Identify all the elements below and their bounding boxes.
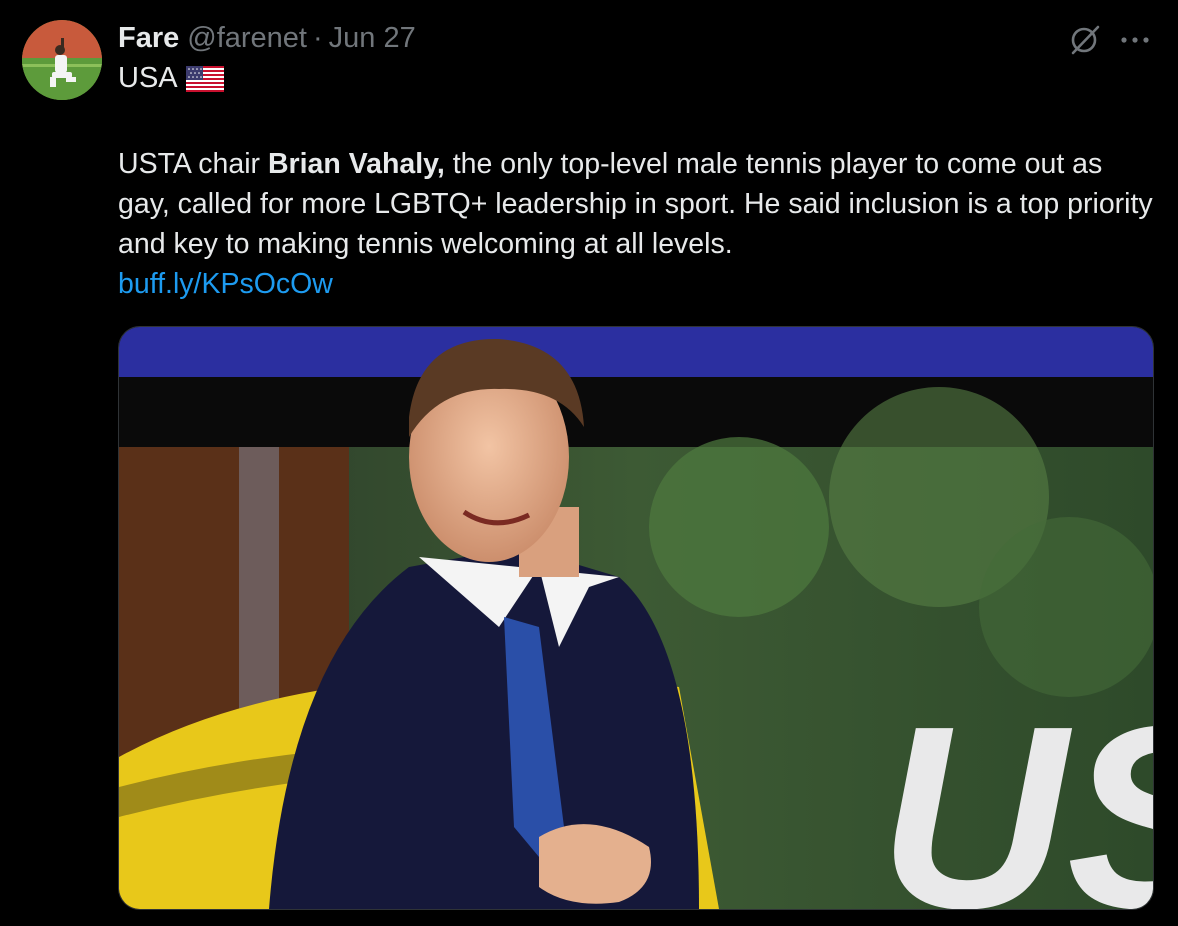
tweet-text-lead: USTA chair	[118, 148, 268, 180]
media-logo-text: US	[879, 673, 1153, 909]
separator-dot: ·	[313, 21, 323, 54]
tweet-date[interactable]: Jun 27	[329, 22, 416, 55]
location-line: USA	[118, 62, 224, 95]
us-flag-icon	[185, 65, 224, 92]
location-text: USA	[118, 62, 178, 94]
author-handle[interactable]: @farenet	[187, 22, 307, 55]
tweet-actions	[1068, 20, 1150, 60]
tweet-link[interactable]: buff.ly/KPsOcOw	[118, 264, 1158, 304]
more-icon[interactable]	[1120, 35, 1150, 45]
author-avatar[interactable]	[22, 20, 102, 100]
tweet-media[interactable]: US	[118, 326, 1154, 910]
tweet-text-bold-name: Brian Vahaly,	[267, 148, 445, 180]
tweet-text: USTA chair Brian Vahaly, the only top-le…	[118, 144, 1158, 304]
grok-icon[interactable]	[1068, 23, 1102, 57]
media-photo: US	[119, 327, 1153, 909]
tweet-header: Fare @farenet · Jun 27	[118, 20, 416, 56]
avatar-image	[22, 20, 102, 100]
author-name[interactable]: Fare	[118, 22, 179, 55]
